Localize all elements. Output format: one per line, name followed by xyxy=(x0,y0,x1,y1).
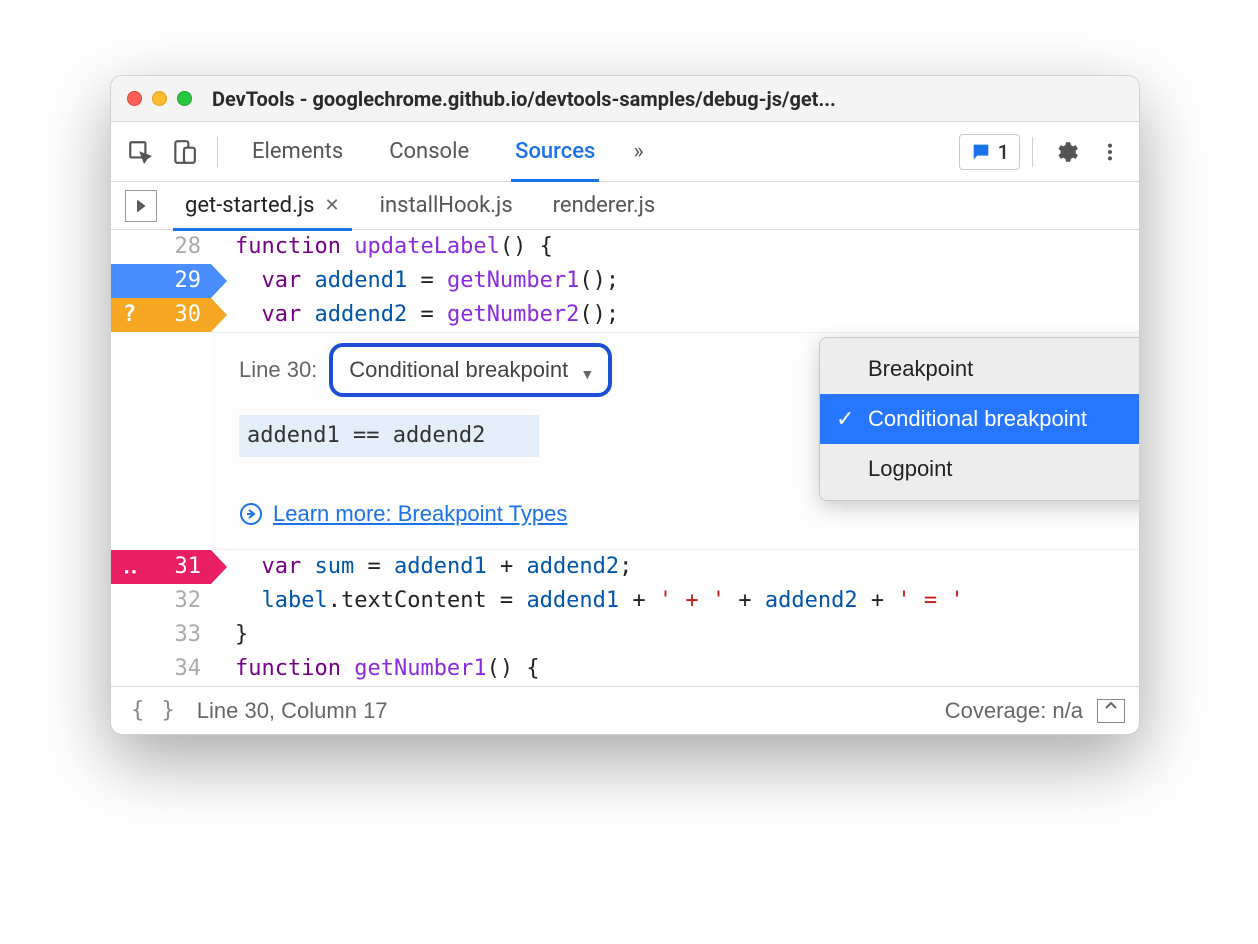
line-number: 34 xyxy=(175,652,202,686)
tab-sources[interactable]: Sources xyxy=(493,122,617,182)
maximize-window-button[interactable] xyxy=(177,91,192,106)
file-tab-row: get-started.js ✕ installHook.js renderer… xyxy=(111,182,1139,230)
issues-badge[interactable]: 1 xyxy=(959,134,1020,170)
file-tab-renderer[interactable]: renderer.js xyxy=(533,182,676,230)
kebab-menu-icon[interactable] xyxy=(1089,131,1131,173)
line-gutter[interactable]: 34 xyxy=(111,652,211,686)
status-bar: { } Line 30, Column 17 Coverage: n/a xyxy=(111,686,1139,734)
file-tab-installhook[interactable]: installHook.js xyxy=(360,182,533,230)
window-title: DevTools - googlechrome.github.io/devtoo… xyxy=(212,87,1123,111)
breakpoint-line-label: Line 30: xyxy=(239,353,317,387)
line-gutter[interactable]: 32 xyxy=(111,584,211,618)
code-line[interactable]: 32 label.textContent = addend1 + ' + ' +… xyxy=(111,584,1139,618)
line-number: 28 xyxy=(175,230,202,264)
line-number: 32 xyxy=(175,584,202,618)
drawer-toggle-icon[interactable] xyxy=(1097,699,1125,723)
breakpoint-condition-input[interactable]: addend1 == addend2 xyxy=(239,415,539,457)
breakpoint-type-select[interactable]: Conditional breakpoint xyxy=(329,343,612,397)
close-tab-icon[interactable]: ✕ xyxy=(325,195,340,216)
dropdown-option[interactable]: Breakpoint xyxy=(820,344,1140,394)
breakpoint-editor: Line 30: Conditional breakpoint addend1 … xyxy=(211,332,1139,550)
toolbar-divider xyxy=(1032,137,1033,167)
main-toolbar: Elements Console Sources » 1 xyxy=(111,122,1139,182)
code-content[interactable]: var addend2 = getNumber2(); xyxy=(211,298,619,332)
file-tab-label: get-started.js xyxy=(185,193,315,218)
line-gutter[interactable]: 28 xyxy=(111,230,211,264)
code-content[interactable]: function updateLabel() { xyxy=(211,230,553,264)
code-line[interactable]: 33} xyxy=(111,618,1139,652)
line-number: 33 xyxy=(175,618,202,652)
code-content[interactable]: label.textContent = addend1 + ' + ' + ad… xyxy=(211,584,964,618)
breakpoint-type-dropdown: BreakpointConditional breakpointLogpoint xyxy=(819,337,1140,501)
dropdown-option[interactable]: Conditional breakpoint xyxy=(820,394,1140,444)
learn-more-link[interactable]: Learn more: Breakpoint Types xyxy=(273,497,567,531)
file-tab-label: renderer.js xyxy=(553,193,656,218)
code-editor[interactable]: 28function updateLabel() {29 var addend1… xyxy=(111,230,1139,686)
coverage-status: Coverage: n/a xyxy=(945,698,1083,724)
file-tab-label: installHook.js xyxy=(380,193,513,218)
devtools-window: DevTools - googlechrome.github.io/devtoo… xyxy=(110,75,1140,735)
line-gutter[interactable]: 29 xyxy=(111,264,211,298)
cursor-position: Line 30, Column 17 xyxy=(197,698,388,724)
line-gutter[interactable]: 33 xyxy=(111,618,211,652)
tabs-overflow-button[interactable]: » xyxy=(619,122,657,182)
titlebar: DevTools - googlechrome.github.io/devtoo… xyxy=(111,76,1139,122)
code-line[interactable]: 28 function updateLabel() { xyxy=(111,230,1139,264)
breakpoint-symbol: ? xyxy=(123,298,136,332)
pretty-print-icon[interactable]: { } xyxy=(125,698,183,723)
settings-gear-icon[interactable] xyxy=(1045,131,1087,173)
code-line[interactable]: ? 30 var addend2 = getNumber2(); xyxy=(111,298,1139,332)
window-controls xyxy=(127,91,192,106)
file-tab-get-started[interactable]: get-started.js ✕ xyxy=(165,182,360,230)
tab-console[interactable]: Console xyxy=(367,122,491,182)
tab-elements[interactable]: Elements xyxy=(230,122,365,182)
device-toggle-icon[interactable] xyxy=(163,131,205,173)
toolbar-divider xyxy=(217,137,218,167)
code-content[interactable]: var sum = addend1 + addend2; xyxy=(211,550,632,584)
code-content[interactable]: } xyxy=(211,618,248,652)
close-window-button[interactable] xyxy=(127,91,142,106)
code-line[interactable]: 34 function getNumber1() { xyxy=(111,652,1139,686)
code-line[interactable]: ‥ 31 var sum = addend1 + addend2; xyxy=(111,550,1139,584)
dropdown-option[interactable]: Logpoint xyxy=(820,444,1140,494)
breakpoint-symbol: ‥ xyxy=(123,550,140,584)
line-number: 29 xyxy=(175,264,202,298)
code-line[interactable]: 29 var addend1 = getNumber1(); xyxy=(111,264,1139,298)
navigator-toggle-icon[interactable] xyxy=(125,190,157,222)
issues-count: 1 xyxy=(998,140,1009,164)
line-number: 31 xyxy=(175,550,202,584)
minimize-window-button[interactable] xyxy=(152,91,167,106)
inspect-element-icon[interactable] xyxy=(119,131,161,173)
arrow-right-circle-icon xyxy=(239,502,263,526)
line-gutter[interactable]: ‥ 31 xyxy=(111,550,211,584)
code-content[interactable]: function getNumber1() { xyxy=(211,652,540,686)
line-number: 30 xyxy=(175,298,202,332)
line-gutter[interactable]: ? 30 xyxy=(111,298,211,332)
code-content[interactable]: var addend1 = getNumber1(); xyxy=(211,264,619,298)
